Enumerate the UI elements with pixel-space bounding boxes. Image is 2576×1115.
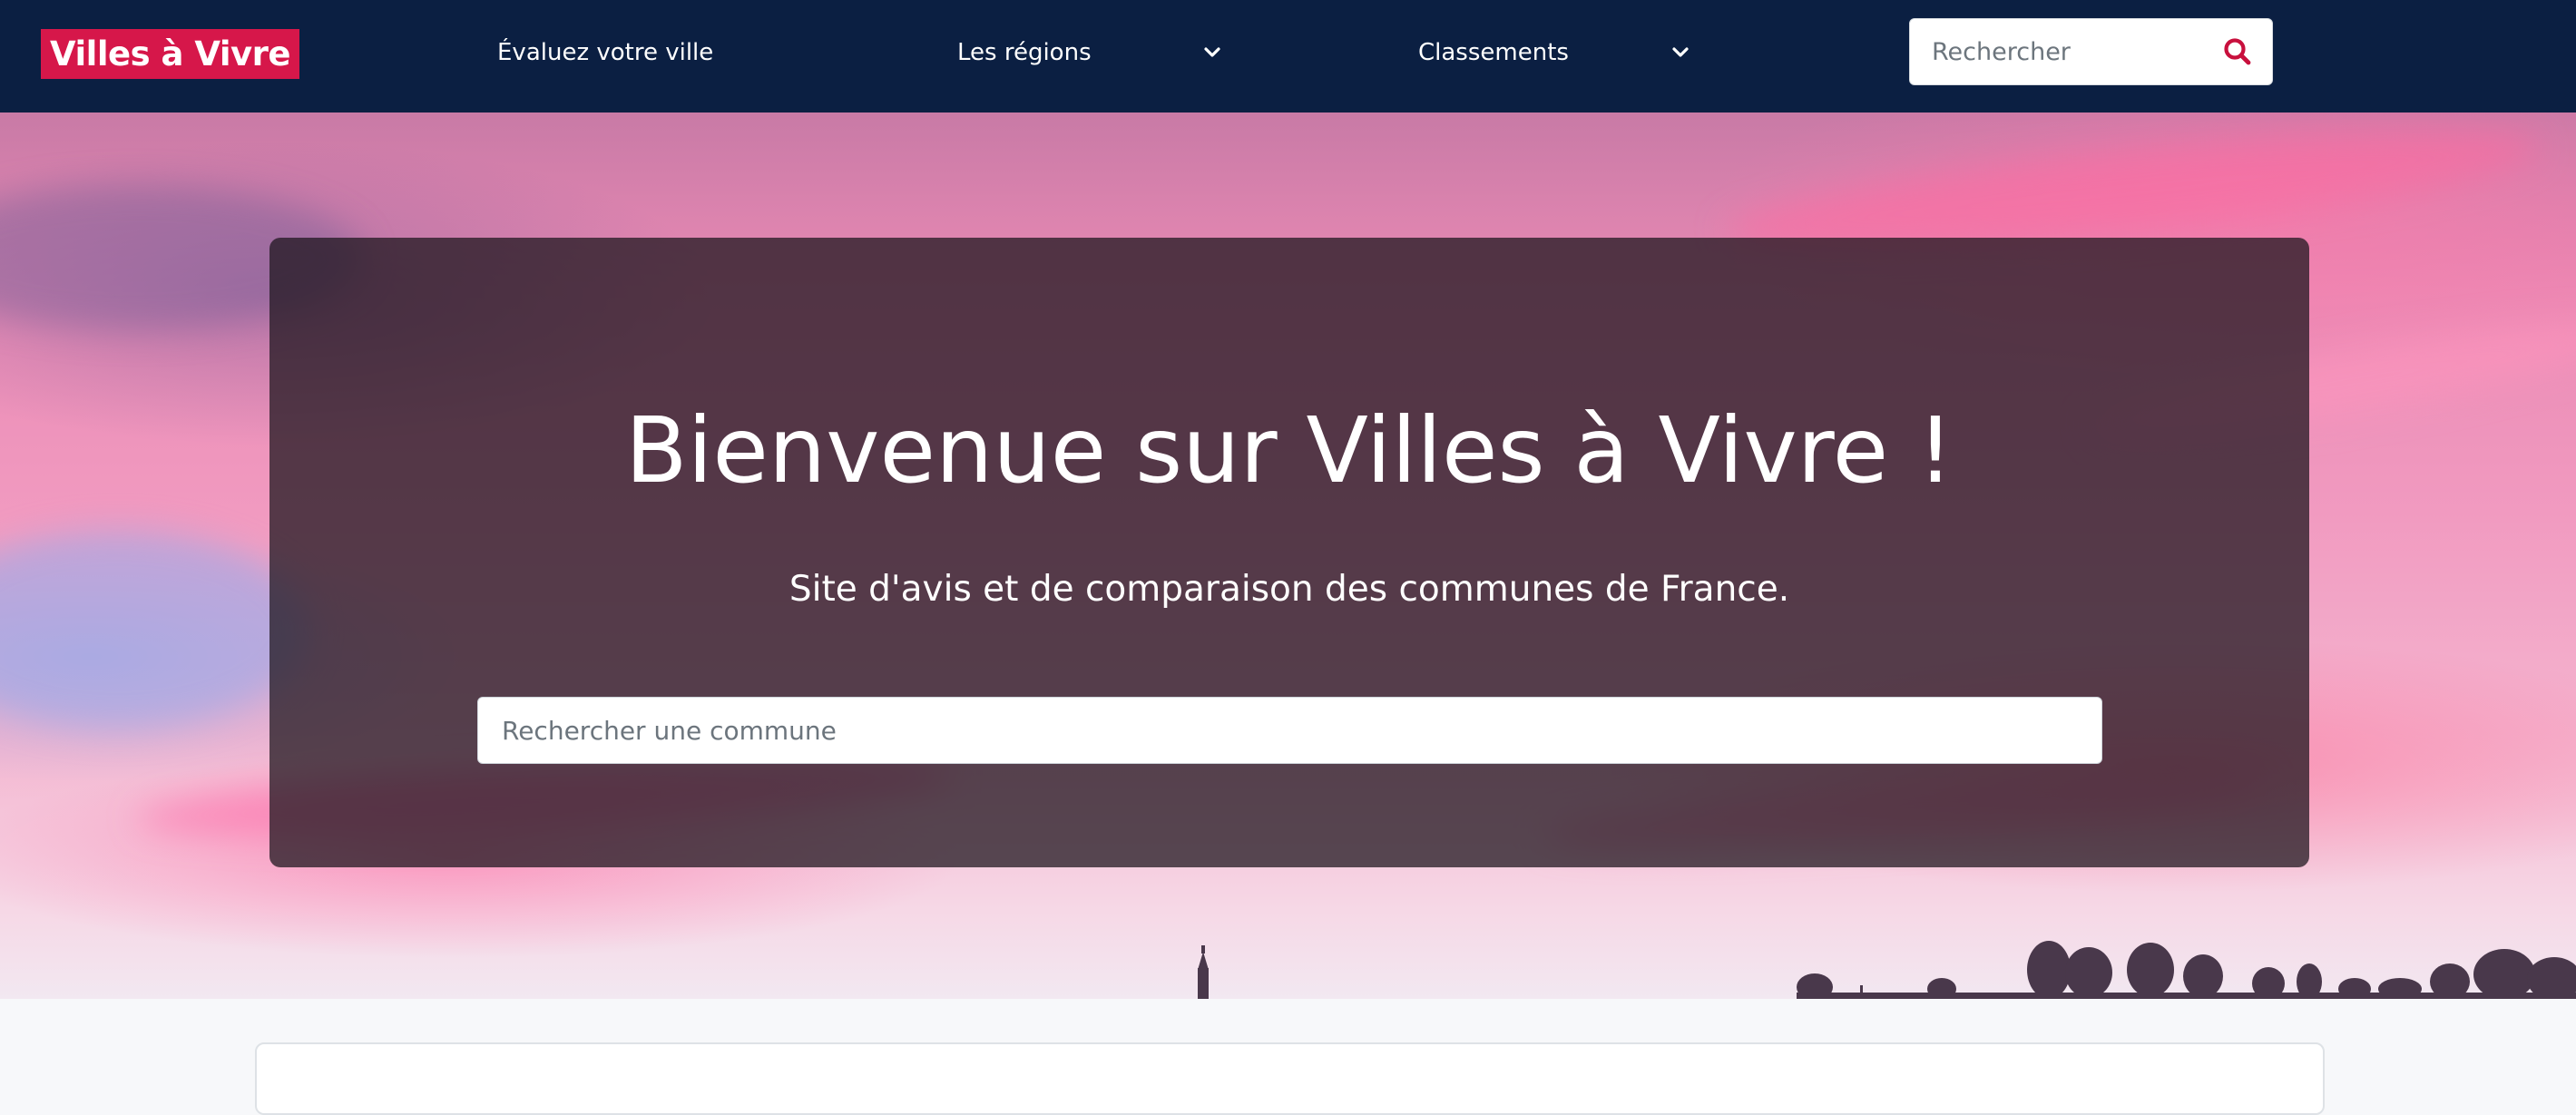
nav-link-evaluez[interactable]: Évaluez votre ville: [497, 34, 713, 71]
commune-search-input[interactable]: [477, 697, 2102, 764]
nav-link-classements[interactable]: Classements: [1418, 34, 1569, 71]
site-logo[interactable]: Villes à Vivre: [41, 29, 300, 79]
hero-subtitle: Site d'avis et de comparaison des commun…: [788, 569, 1790, 610]
header-search: [1909, 18, 2273, 85]
search-icon[interactable]: [2221, 35, 2254, 68]
hero-title: Bienvenue sur Villes à Vivre !: [625, 397, 1954, 504]
hero-section: Bienvenue sur Villes à Vivre ! Site d'av…: [0, 112, 2576, 999]
chevron-down-icon[interactable]: [1200, 40, 1225, 65]
chevron-down-icon[interactable]: [1668, 40, 1693, 65]
navbar: Villes à Vivre Évaluez votre ville Les r…: [0, 0, 2576, 112]
nav-link-regions[interactable]: Les régions: [957, 34, 1092, 71]
header-search-input[interactable]: [1910, 19, 2209, 84]
hero-card: Bienvenue sur Villes à Vivre ! Site d'av…: [269, 238, 2309, 867]
content-card: [255, 1042, 2325, 1115]
